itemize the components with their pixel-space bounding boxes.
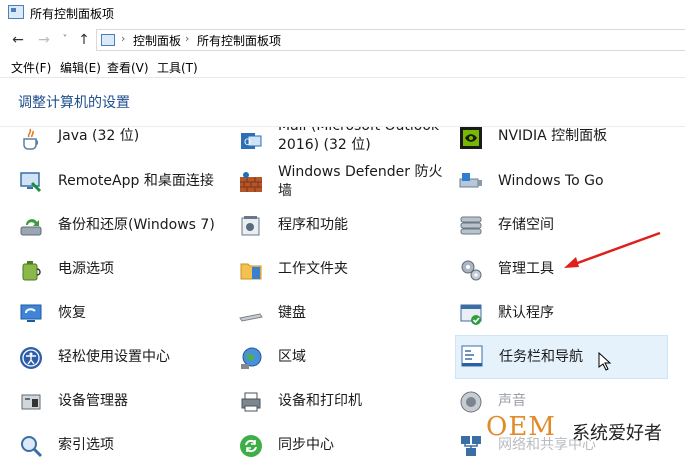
watermark: OEM 系统爱好者	[486, 409, 685, 459]
item-ease-of-access[interactable]: 轻松使用设置中心	[18, 341, 228, 381]
breadcrumb-separator: ›	[277, 32, 282, 45]
indexing-icon	[21, 436, 43, 458]
usb-drive-icon	[459, 173, 482, 188]
item-backup-restore[interactable]: 备份和还原(Windows 7)	[18, 209, 228, 249]
region-icon	[241, 347, 262, 369]
watermark-logo: OEM	[486, 412, 556, 442]
control-panel-icon	[101, 34, 115, 46]
recent-locations-button[interactable]: ˅	[58, 30, 72, 50]
storage-icon	[460, 216, 482, 235]
printer-icon	[241, 392, 261, 412]
device-manager-icon	[21, 394, 41, 410]
sync-icon	[240, 435, 262, 457]
up-button[interactable]: ↑	[74, 30, 94, 50]
item-java[interactable]: Java (32 位)	[18, 127, 218, 161]
item-sync-center[interactable]: 同步中心	[238, 429, 448, 459]
menu-edit[interactable]: 编辑(E)	[60, 59, 101, 76]
item-recovery[interactable]: 恢复	[18, 297, 228, 337]
programs-icon	[241, 216, 260, 236]
nvidia-icon	[460, 127, 482, 149]
item-programs-features[interactable]: 程序和功能	[238, 209, 448, 249]
recovery-icon	[20, 304, 42, 322]
svg-text:O: O	[244, 138, 251, 148]
breadcrumb-separator: ›	[121, 32, 126, 45]
menu-file[interactable]: 文件(F)	[11, 59, 51, 76]
admin-tools-icon	[461, 260, 482, 281]
item-keyboard[interactable]: 键盘	[238, 297, 448, 337]
default-programs-icon	[460, 304, 482, 325]
mail-icon: O	[241, 133, 262, 149]
item-taskbar-navigation[interactable]: 任务栏和导航	[455, 335, 668, 379]
item-nvidia[interactable]: NVIDIA 控制面板	[458, 127, 658, 161]
keyboard-icon	[239, 313, 263, 322]
sound-icon	[460, 391, 482, 413]
item-default-programs[interactable]: 默认程序	[458, 297, 658, 337]
menu-view[interactable]: 查看(V)	[107, 59, 149, 76]
item-remoteapp[interactable]: RemoteApp 和桌面连接	[18, 165, 228, 205]
navigation-bar: ← → ˅ ↑ › 控制面板 › 所有控制面板项 ›	[0, 26, 685, 54]
page-heading: 调整计算机的设置	[18, 95, 130, 111]
item-power-options[interactable]: 电源选项	[18, 253, 228, 293]
network-icon	[461, 436, 481, 456]
ease-of-access-icon	[20, 347, 42, 369]
divider	[0, 77, 685, 78]
menu-bar: 文件(F) 编辑(E) 查看(V) 工具(T)	[0, 56, 685, 76]
mouse-cursor-icon	[598, 352, 612, 371]
breadcrumb-separator: ›	[185, 32, 190, 45]
breadcrumb-all-items[interactable]: 所有控制面板项	[197, 32, 281, 49]
title-bar: 所有控制面板项	[0, 0, 685, 26]
control-panel-icon	[8, 5, 24, 19]
forward-button[interactable]: →	[34, 30, 54, 50]
item-indexing-options[interactable]: 索引选项	[18, 429, 228, 459]
power-icon	[22, 261, 41, 281]
window-title: 所有控制面板项	[30, 7, 115, 21]
item-windows-to-go[interactable]: Windows To Go	[458, 165, 658, 205]
remoteapp-icon	[20, 172, 42, 193]
item-devices-printers[interactable]: 设备和打印机	[238, 385, 448, 425]
back-button[interactable]: ←	[8, 30, 28, 50]
item-firewall[interactable]: Windows Defender 防火墙	[238, 163, 448, 207]
item-mail[interactable]: O Mail (Microsoft Outlook 2016) (32 位)	[238, 127, 448, 161]
item-region[interactable]: 区域	[238, 341, 448, 381]
annotation-arrow-icon	[564, 231, 661, 268]
watermark-text: 系统爱好者	[572, 423, 662, 444]
item-work-folders[interactable]: 工作文件夹	[238, 253, 448, 293]
firewall-icon	[240, 172, 262, 192]
address-bar[interactable]: › 控制面板 › 所有控制面板项 ›	[96, 29, 685, 51]
backup-icon	[20, 219, 42, 236]
work-folder-icon	[240, 263, 262, 280]
taskbar-icon	[461, 345, 483, 367]
java-icon	[23, 128, 39, 150]
breadcrumb-control-panel[interactable]: 控制面板	[133, 32, 181, 49]
menu-tools[interactable]: 工具(T)	[157, 59, 198, 76]
item-device-manager[interactable]: 设备管理器	[18, 385, 228, 425]
